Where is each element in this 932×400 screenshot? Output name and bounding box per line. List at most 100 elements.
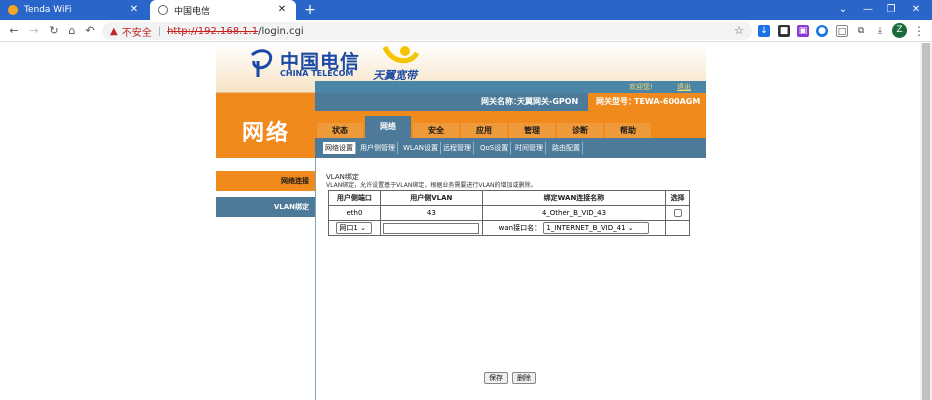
- gateway-model-box: 网关型号： TEWA-600AGM: [588, 93, 706, 111]
- scrollbar-thumb[interactable]: [922, 43, 930, 400]
- submenu-remote[interactable]: 远程管理: [441, 142, 474, 154]
- page-scrollbar[interactable]: [920, 43, 932, 400]
- port-select-value: 网口1: [339, 224, 358, 232]
- menu-security[interactable]: 安全: [413, 123, 459, 138]
- row-checkbox[interactable]: [673, 209, 682, 217]
- brand-en: CHINA TELECOM: [280, 69, 354, 78]
- back-icon[interactable]: ←: [6, 23, 22, 39]
- submenu-qos[interactable]: QoS设置: [478, 142, 512, 154]
- welcome-text: 欢迎您!: [629, 83, 653, 91]
- cell-vlan: 43: [379, 205, 483, 221]
- gateway-name-label: 网关名称：: [481, 97, 521, 106]
- home-icon[interactable]: ⌂: [64, 23, 80, 39]
- submenu-routing[interactable]: 路由配置: [550, 142, 583, 154]
- table-header-row: 用户侧端口 用户侧VLAN 绑定WAN连接名称 选择: [328, 190, 690, 206]
- cell-wan-select: wan接口名： 1_INTERNET_B_VID_41 ⌄: [481, 220, 667, 236]
- new-tab-button[interactable]: +: [302, 2, 318, 18]
- cell-select: [665, 205, 690, 221]
- browser-toolbar: ← → ↻ ⌂ ↶ ▲ 不安全 | http://192.168.1.1 /lo…: [0, 20, 932, 42]
- router-admin-frame: 中国电信 CHINA TELECOM 天翼宽带 欢迎您! 退出 网关名称： 天翼…: [216, 43, 706, 400]
- tab-china-telecom[interactable]: 中国电信 ✕: [150, 0, 296, 20]
- tab-strip: Tenda WiFi ✕ 中国电信 ✕ + ⌄ — ❐ ✕: [0, 0, 932, 20]
- menu-network[interactable]: 网络: [365, 116, 411, 138]
- restore-icon[interactable]: ❐: [878, 0, 904, 20]
- col-wan-name: 绑定WAN连接名称: [481, 190, 667, 206]
- col-user-port: 用户侧端口: [328, 190, 381, 206]
- url-host: http://192.168.1.1: [167, 25, 259, 37]
- tab-label: Tenda WiFi: [24, 5, 72, 15]
- menu-diagnostics[interactable]: 诊断: [557, 123, 603, 138]
- section-title-block: 网络: [216, 93, 315, 158]
- new-binding-row: 网口1 ⌄ wan接口名： 1_INTERNET_B_VID_41 ⌄: [328, 220, 690, 236]
- tianyi-swoosh-icon: [382, 45, 420, 64]
- gateway-name-value: 天翼网关-GPON: [517, 97, 579, 106]
- main-menu: 状态 网络 安全 应用 管理 诊断 帮助: [315, 111, 706, 138]
- submenu-user-side[interactable]: 用户侧管理: [358, 142, 398, 154]
- menu-status[interactable]: 状态: [317, 123, 363, 138]
- vlan-input[interactable]: [383, 222, 480, 234]
- cell-port-select: 网口1 ⌄: [328, 220, 381, 236]
- gateway-model-label: 网关型号：: [596, 97, 636, 106]
- welcome-row: 欢迎您! 退出: [315, 81, 706, 93]
- telecom-logo-icon: [250, 49, 273, 77]
- content-description: VLAN绑定，允许设置基于VLAN绑定，根据业务需要进行VLAN的增加或删除。: [326, 182, 537, 189]
- submenu-time[interactable]: 时间管理: [513, 142, 546, 154]
- submenu-wlan[interactable]: WLAN设置: [401, 142, 442, 154]
- screenshot-icon[interactable]: ⧉: [855, 25, 867, 37]
- security-label: 不安全: [121, 27, 152, 39]
- wan-select-value: 1_INTERNET_B_VID_41: [546, 224, 626, 232]
- port-select[interactable]: 网口1 ⌄: [336, 222, 373, 234]
- sidebar-item-vlan-binding[interactable]: VLAN绑定: [216, 197, 315, 217]
- menu-application[interactable]: 应用: [461, 123, 507, 138]
- undo-icon[interactable]: ↶: [82, 23, 98, 39]
- warning-icon: ▲: [110, 25, 118, 37]
- url-path: /login.cgi: [258, 25, 304, 37]
- menu-management[interactable]: 管理: [509, 123, 555, 138]
- col-user-vlan: 用户侧VLAN: [379, 190, 483, 206]
- tenda-favicon-icon: [8, 5, 18, 15]
- reload-icon[interactable]: ↻: [46, 23, 62, 39]
- extension-icon[interactable]: ■: [778, 25, 790, 37]
- sidebar: 网络连接 VLAN绑定: [216, 158, 315, 400]
- clipboard-extension-icon[interactable]: □: [836, 25, 848, 37]
- video-extension-icon[interactable]: ▣: [797, 25, 809, 37]
- download-extension-icon[interactable]: ↓: [758, 25, 770, 37]
- sidebar-item-network-connection[interactable]: 网络连接: [216, 171, 315, 191]
- vlan-binding-table: 用户侧端口 用户侧VLAN 绑定WAN连接名称 选择 eth0 43 4_Oth…: [328, 190, 690, 236]
- menu-help[interactable]: 帮助: [605, 123, 651, 138]
- logout-link[interactable]: 退出: [677, 81, 691, 93]
- tab-label: 中国电信: [174, 6, 211, 17]
- close-icon[interactable]: ✕: [276, 4, 288, 16]
- sidebar-item-label: 网络连接: [281, 177, 309, 185]
- section-title: 网络: [242, 121, 291, 146]
- close-icon[interactable]: ✕: [128, 4, 140, 16]
- cell-wan: 4_Other_B_VID_43: [481, 205, 667, 221]
- profile-avatar[interactable]: Z: [892, 23, 907, 38]
- page-viewport: 中国电信 CHINA TELECOM 天翼宽带 欢迎您! 退出 网关名称： 天翼…: [0, 43, 932, 400]
- gateway-info-bar: 网关名称： 天翼网关-GPON 网关型号： TEWA-600AGM: [315, 93, 706, 111]
- star-icon[interactable]: ☆: [734, 24, 744, 37]
- save-button[interactable]: 保存: [484, 372, 508, 384]
- content-area: VLAN绑定 VLAN绑定，允许设置基于VLAN绑定，根据业务需要进行VLAN的…: [316, 158, 706, 400]
- downloads-icon[interactable]: ⤓: [874, 25, 886, 37]
- submenu-network-settings[interactable]: 网络设置: [323, 142, 356, 154]
- tianyi-logo: 天翼宽带: [371, 43, 451, 83]
- forward-icon[interactable]: →: [26, 23, 42, 39]
- chevron-down-icon[interactable]: ⌄: [830, 0, 856, 20]
- tab-tenda-wifi[interactable]: Tenda WiFi ✕: [0, 0, 148, 20]
- address-bar[interactable]: ▲ 不安全 | http://192.168.1.1 /login.cgi ☆: [102, 22, 752, 40]
- wan-select[interactable]: 1_INTERNET_B_VID_41 ⌄: [543, 222, 650, 234]
- cell-vlan-input: [379, 220, 483, 236]
- cell-empty: [665, 220, 690, 236]
- shield-extension-icon[interactable]: ●: [816, 25, 828, 37]
- sub-menu: 网络设置 用户侧管理 WLAN设置 远程管理 QoS设置 时间管理 路由配置: [315, 138, 706, 158]
- delete-button[interactable]: 删除: [512, 372, 536, 384]
- cell-port: eth0: [328, 205, 381, 221]
- table-row: eth0 43 4_Other_B_VID_43: [328, 205, 690, 221]
- menu-dots-icon[interactable]: ⋮: [913, 23, 925, 39]
- globe-icon: [158, 5, 168, 15]
- wan-select-label: wan接口名：: [498, 224, 542, 232]
- col-select: 选择: [665, 190, 690, 206]
- window-close-icon[interactable]: ✕: [903, 0, 929, 20]
- gateway-model-value: TEWA-600AGM: [634, 97, 701, 106]
